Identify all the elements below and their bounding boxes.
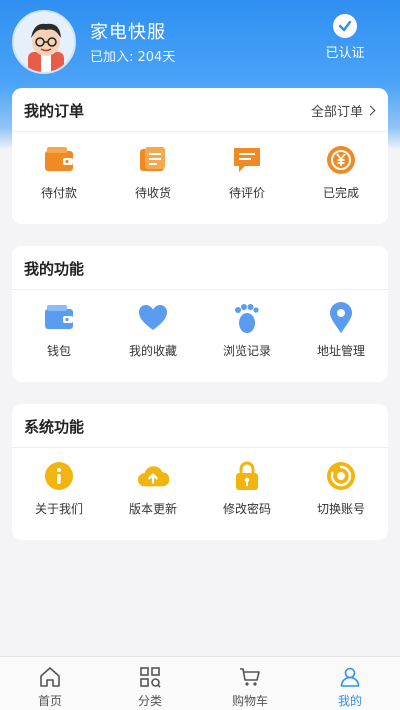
function-item-label: 我的收藏 <box>128 344 177 358</box>
system-item-label: 切换账号 <box>316 502 365 516</box>
tab-home[interactable]: 首页 <box>0 657 100 710</box>
favorites-button[interactable]: 我的收藏 <box>106 302 200 359</box>
order-item-label: 待收货 <box>134 186 171 200</box>
user-icon <box>340 667 360 687</box>
location-pin-icon <box>325 302 357 334</box>
divider <box>12 131 388 132</box>
comment-icon <box>231 144 263 176</box>
lock-icon <box>231 460 263 492</box>
history-button[interactable]: 浏览记录 <box>200 302 294 359</box>
functions-title: 我的功能 <box>24 260 85 278</box>
switch-account-icon <box>325 460 357 492</box>
functions-card: 我的功能 钱包 我的收藏 浏览记录 地址管理 <box>12 246 388 382</box>
system-item-label: 版本更新 <box>128 502 177 516</box>
category-icon <box>140 667 161 688</box>
divider <box>12 289 388 290</box>
switch-account-button[interactable]: 切换账号 <box>294 460 388 517</box>
home-icon <box>40 667 60 687</box>
wallet-button[interactable]: 钱包 <box>12 302 106 359</box>
system-card: 系统功能 关于我们 版本更新 修改密码 切换账号 <box>12 404 388 540</box>
chevron-right-icon <box>365 105 376 116</box>
tab-category[interactable]: 分类 <box>100 657 200 710</box>
all-orders-label: 全部订单 <box>310 105 363 120</box>
tab-label: 购物车 <box>231 694 268 708</box>
address-button[interactable]: 地址管理 <box>294 302 388 359</box>
heart-icon <box>137 302 169 334</box>
wallet-icon <box>43 144 75 176</box>
all-orders-link[interactable]: 全部订单 <box>310 101 376 120</box>
user-name: 家电快服 <box>90 22 166 43</box>
system-item-label: 修改密码 <box>222 502 271 516</box>
avatar[interactable] <box>12 10 76 74</box>
tab-mine[interactable]: 我的 <box>300 657 400 710</box>
system-title: 系统功能 <box>24 418 85 436</box>
tab-label: 首页 <box>37 694 62 708</box>
orders-card: 我的订单 全部订单 待付款 待收货 待评价 已完成 <box>12 88 388 224</box>
cart-icon <box>240 668 260 686</box>
function-item-label: 浏览记录 <box>222 344 271 358</box>
update-button[interactable]: 版本更新 <box>106 460 200 517</box>
order-pending-review[interactable]: 待评价 <box>200 144 294 201</box>
divider <box>12 447 388 448</box>
member-days: 已加入: 204天 <box>90 50 176 65</box>
about-button[interactable]: 关于我们 <box>12 460 106 517</box>
function-item-label: 地址管理 <box>316 344 365 358</box>
verified-label: 已认证 <box>325 46 365 61</box>
tab-cart[interactable]: 购物车 <box>200 657 300 710</box>
order-item-label: 已完成 <box>322 186 359 200</box>
check-circle-icon <box>333 14 357 38</box>
order-pending-payment[interactable]: 待付款 <box>12 144 106 201</box>
order-completed[interactable]: 已完成 <box>294 144 388 201</box>
tab-label: 我的 <box>337 694 362 708</box>
system-item-label: 关于我们 <box>34 502 83 516</box>
order-item-label: 待付款 <box>40 186 77 200</box>
orders-title: 我的订单 <box>24 102 85 120</box>
order-pending-receipt[interactable]: 待收货 <box>106 144 200 201</box>
bottom-tab-bar: 首页 分类 购物车 我的 <box>0 656 400 710</box>
order-item-label: 待评价 <box>228 186 265 200</box>
wallet-icon <box>43 302 75 334</box>
footprint-icon <box>231 302 263 334</box>
cloud-upload-icon <box>137 460 169 492</box>
yen-done-icon <box>325 144 357 176</box>
verified-badge[interactable]: 已认证 <box>320 14 370 61</box>
change-password-button[interactable]: 修改密码 <box>200 460 294 517</box>
function-item-label: 钱包 <box>46 344 71 358</box>
package-icon <box>137 144 169 176</box>
info-icon <box>43 460 75 492</box>
tab-label: 分类 <box>137 694 162 708</box>
